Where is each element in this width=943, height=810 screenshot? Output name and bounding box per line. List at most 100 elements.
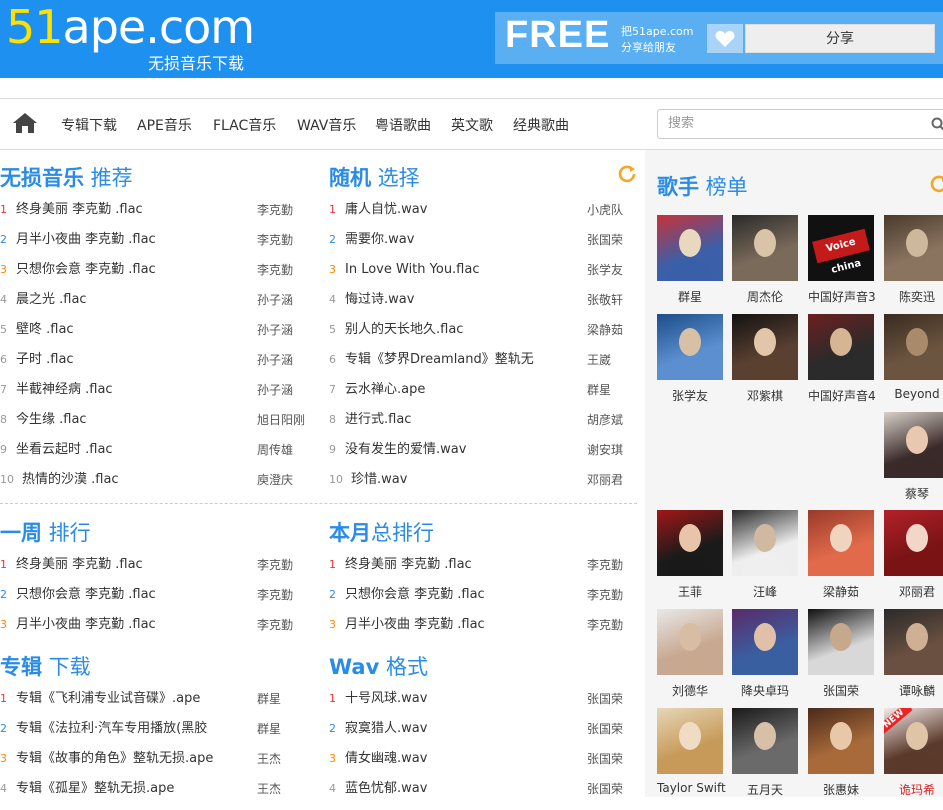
song-artist[interactable]: 群星	[587, 381, 611, 399]
refresh-icon[interactable]	[617, 164, 637, 184]
song-title[interactable]: 终身美丽 李克勤 .flac	[16, 201, 251, 219]
song-artist[interactable]: 李克勤	[587, 556, 623, 574]
song-artist[interactable]: 王崴	[587, 351, 611, 369]
singer-card[interactable]: 邓紫棋	[732, 314, 798, 404]
singer-photo[interactable]	[732, 510, 798, 576]
song-artist[interactable]: 小虎队	[587, 201, 623, 219]
song-title[interactable]: 终身美丽 李克勤 .flac	[16, 556, 251, 574]
nav-item-flac[interactable]: FLAC音乐	[213, 115, 276, 135]
song-artist[interactable]: 张国荣	[587, 690, 623, 708]
song-row[interactable]: 3月半小夜曲 李克勤 .flac李克勤	[0, 616, 300, 646]
singer-name[interactable]: 中国好声音4	[808, 387, 874, 404]
song-row[interactable]: 3只想你会意 李克勤 .flac李克勤	[0, 261, 300, 291]
singer-name[interactable]: 张国荣	[808, 682, 874, 699]
singer-photo[interactable]	[657, 314, 723, 380]
song-artist[interactable]: 孙子涵	[257, 321, 293, 339]
singer-name[interactable]: 周杰伦	[732, 288, 798, 305]
song-artist[interactable]: 李克勤	[587, 586, 623, 604]
site-logo[interactable]: 51ape.com	[6, 2, 254, 52]
singer-photo[interactable]	[884, 215, 943, 281]
singer-photo[interactable]	[732, 609, 798, 675]
singer-photo[interactable]	[657, 510, 723, 576]
song-row[interactable]: 3专辑《故事的角色》整轨无损.ape王杰	[0, 750, 300, 780]
song-row[interactable]: 7云水禅心.ape群星	[329, 381, 629, 411]
song-row[interactable]: 4晨之光 .flac孙子涵	[0, 291, 300, 321]
song-artist[interactable]: 谢安琪	[587, 441, 623, 459]
song-title[interactable]: 进行式.flac	[345, 411, 580, 429]
singer-photo[interactable]	[732, 708, 798, 774]
song-row[interactable]: 10珍惜.wav邓丽君	[329, 471, 629, 501]
song-title[interactable]: 热情的沙漠 .flac	[22, 471, 251, 489]
song-title[interactable]: 壁咚 .flac	[16, 321, 251, 339]
singer-card[interactable]: 梁静茹	[808, 510, 874, 600]
song-title[interactable]: 半截神经病 .flac	[16, 381, 251, 399]
song-artist[interactable]: 王杰	[257, 780, 281, 798]
song-artist[interactable]: 旭日阳刚	[257, 411, 305, 429]
singer-name[interactable]: 张学友	[657, 387, 723, 404]
song-row[interactable]: 1十号风球.wav张国荣	[329, 690, 629, 720]
singer-card[interactable]: 陈奕迅	[884, 215, 943, 305]
song-title[interactable]: 寂寞猎人.wav	[345, 720, 580, 738]
song-title[interactable]: 晨之光 .flac	[16, 291, 251, 309]
song-title[interactable]: 专辑《法拉利·汽车专用播放(黑胶	[16, 720, 251, 738]
song-row[interactable]: 8进行式.flac胡彦斌	[329, 411, 629, 441]
singer-photo[interactable]	[808, 510, 874, 576]
singer-card[interactable]: 周杰伦	[732, 215, 798, 305]
singer-name[interactable]: 诡玛希	[884, 781, 943, 798]
singer-name[interactable]: Beyond	[884, 387, 943, 401]
song-title[interactable]: 只想你会意 李克勤 .flac	[16, 586, 251, 604]
song-artist[interactable]: 群星	[257, 720, 281, 738]
singer-name[interactable]: 邓丽君	[884, 583, 943, 600]
singer-photo[interactable]	[732, 215, 798, 281]
song-artist[interactable]: 张国荣	[587, 750, 623, 768]
search-input[interactable]: 搜索	[657, 109, 943, 139]
singer-card[interactable]: 张国荣	[808, 609, 874, 699]
share-button[interactable]: 分享	[745, 24, 935, 53]
song-title[interactable]: 专辑《孤星》整轨无损.ape	[16, 780, 251, 798]
search-icon[interactable]	[931, 117, 943, 131]
song-title[interactable]: 倩女幽魂.wav	[345, 750, 580, 768]
like-button[interactable]	[707, 24, 743, 53]
nav-item-ape[interactable]: APE音乐	[137, 115, 192, 135]
singer-card[interactable]: 中国好声音4	[808, 314, 874, 404]
singer-photo[interactable]	[808, 314, 874, 380]
singer-card[interactable]: Taylor Swift	[657, 708, 723, 795]
song-row[interactable]: 2月半小夜曲 李克勤 .flac李克勤	[0, 231, 300, 261]
singer-photo[interactable]	[808, 708, 874, 774]
singer-name[interactable]: 张惠妹	[808, 781, 874, 798]
song-title[interactable]: 没有发生的爱情.wav	[345, 441, 580, 459]
singer-name[interactable]: 五月天	[732, 781, 798, 798]
song-title[interactable]: In Love With You.flac	[345, 261, 580, 279]
singer-name[interactable]: 刘德华	[657, 682, 723, 699]
song-row[interactable]: 2需要你.wav张国荣	[329, 231, 629, 261]
song-title[interactable]: 蓝色忧郁.wav	[345, 780, 580, 798]
song-row[interactable]: 7半截神经病 .flac孙子涵	[0, 381, 300, 411]
singer-name[interactable]: 中国好声音3	[808, 288, 874, 305]
song-title[interactable]: 只想你会意 李克勤 .flac	[16, 261, 251, 279]
nav-item-cantonese[interactable]: 粤语歌曲	[375, 115, 431, 135]
singer-card[interactable]: Beyond	[884, 314, 943, 401]
singer-name[interactable]: 谭咏麟	[884, 682, 943, 699]
song-artist[interactable]: 李克勤	[257, 231, 293, 249]
singer-photo[interactable]	[657, 609, 723, 675]
song-artist[interactable]: 孙子涵	[257, 291, 293, 309]
song-artist[interactable]: 李克勤	[257, 616, 293, 634]
home-icon[interactable]	[12, 111, 38, 135]
song-row[interactable]: 3月半小夜曲 李克勤 .flac李克勤	[329, 616, 629, 646]
song-artist[interactable]: 庾澄庆	[257, 471, 293, 489]
song-artist[interactable]: 周传雄	[257, 441, 293, 459]
song-title[interactable]: 珍惜.wav	[351, 471, 580, 489]
song-artist[interactable]: 张敬轩	[587, 291, 623, 309]
song-row[interactable]: 2专辑《法拉利·汽车专用播放(黑胶群星	[0, 720, 300, 750]
singer-name[interactable]: 蔡琴	[884, 485, 943, 502]
singer-card[interactable]: 邓丽君	[884, 510, 943, 600]
singer-card[interactable]: 汪峰	[732, 510, 798, 600]
singer-card[interactable]: 群星	[657, 215, 723, 305]
singer-card[interactable]: 五月天	[732, 708, 798, 798]
song-artist[interactable]: 李克勤	[257, 261, 293, 279]
singer-card[interactable]: 谭咏麟	[884, 609, 943, 699]
song-row[interactable]: 9坐看云起时 .flac周传雄	[0, 441, 300, 471]
singer-card[interactable]: 刘德华	[657, 609, 723, 699]
song-artist[interactable]: 群星	[257, 690, 281, 708]
singer-card[interactable]: 降央卓玛	[732, 609, 798, 699]
